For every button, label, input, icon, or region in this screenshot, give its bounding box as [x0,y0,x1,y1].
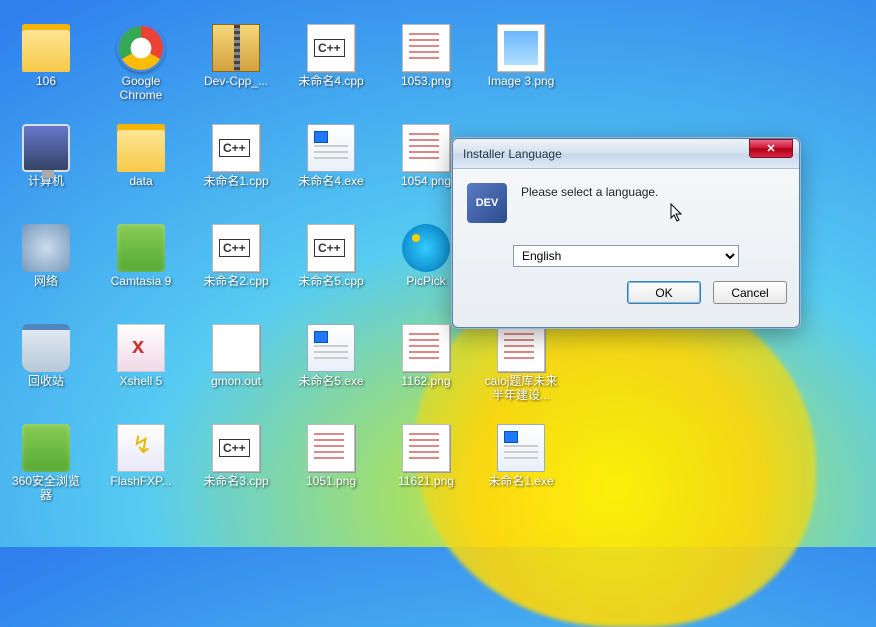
language-select[interactable]: English [513,245,739,267]
desktop-icon-label: 1051.png [306,475,356,489]
exe-icon [307,324,355,372]
desktop-icon-label: 网络 [34,275,58,289]
desktop-icon[interactable]: 未命名5.cpp [290,224,372,289]
installer-language-dialog: Installer Language ✕ DEV Please select a… [452,138,800,328]
folder-icon [22,24,70,72]
desktop-icon[interactable]: 106 [5,24,87,89]
close-icon: ✕ [766,142,775,155]
desktop-icon[interactable]: 未命名3.cpp [195,424,277,489]
cpp-icon [212,124,260,172]
txt-icon [497,324,545,372]
desktop-icon[interactable]: 未命名2.cpp [195,224,277,289]
xsh-icon [117,324,165,372]
cpp-icon [212,224,260,272]
desktop-icon-label: 未命名5.exe [298,375,363,389]
cpp-icon [212,424,260,472]
desktop-icon-label: 1162.png [401,375,450,389]
desktop-icon[interactable]: Xshell 5 [100,324,182,389]
desktop-icon-label: 11621.png [398,475,454,489]
zip-icon [212,24,260,72]
desktop-icon-label: 回收站 [28,375,64,389]
chrome-icon [117,24,165,72]
desktop-icon[interactable]: 1162.png [385,324,467,389]
ok-button[interactable]: OK [627,281,701,304]
desktop-icon-label: 未命名2.cpp [203,275,268,289]
desktop-icon[interactable]: 未命名1.cpp [195,124,277,189]
desktop-icon-label: 未命名4.exe [298,175,363,189]
img-icon [497,24,545,72]
desktop-icon-label: data [129,175,152,189]
desktop-icon[interactable]: 未命名4.cpp [290,24,372,89]
desktop-icon[interactable]: 未命名4.exe [290,124,372,189]
desktop-icon[interactable]: 未命名5.exe [290,324,372,389]
desktop-icon-label: gmon.out [211,375,261,389]
desktop-icon-label: Google Chrome [101,75,181,103]
cancel-button[interactable]: Cancel [713,281,787,304]
desktop-icon-label: 未命名4.cpp [298,75,363,89]
desktop-icon[interactable]: 未命名1.exe [480,424,562,489]
desktop-icon-label: Image 3.png [488,75,555,89]
picpick-icon [402,224,450,272]
desktop-icon-label: FlashFXP... [110,475,171,489]
folder-icon [117,124,165,172]
desktop-icon-label: 1054.png [401,175,451,189]
dev-cpp-icon: DEV [467,183,507,223]
exe-icon [307,124,355,172]
desktop-icon[interactable]: 360安全浏览器 [5,424,87,503]
dialog-titlebar[interactable]: Installer Language ✕ [453,139,799,169]
desktop-icon[interactable]: Camtasia 9 [100,224,182,289]
desktop-icon-label: 未命名5.cpp [298,275,363,289]
desktop-icon-label: Dev-Cpp_... [204,75,268,89]
desktop-icon-label: caioj题库未来半年建设... [481,375,561,403]
trash-icon [22,324,70,372]
desktop-icon[interactable]: Dev-Cpp_... [195,24,277,89]
dialog-title: Installer Language [463,147,749,161]
cpp-icon [307,24,355,72]
page-icon [212,324,260,372]
desktop-icon-label: 未命名1.cpp [203,175,268,189]
desktop-icon[interactable]: gmon.out [195,324,277,389]
desktop-icon-label: 106 [36,75,56,89]
desktop-icon[interactable]: 11621.png [385,424,467,489]
txt-icon [307,424,355,472]
desktop-icon-label: 未命名3.cpp [203,475,268,489]
desktop-icon[interactable]: 1053.png [385,24,467,89]
desktop-icon-label: 1053.png [401,75,451,89]
green-icon [22,424,70,472]
desktop-icon-label: Camtasia 9 [111,275,172,289]
fxp-icon [117,424,165,472]
desktop-icon-label: PicPick [406,275,445,289]
desktop-icon[interactable]: Image 3.png [480,24,562,89]
txt-icon [402,424,450,472]
desktop-icon[interactable]: Google Chrome [100,24,182,103]
desktop-icon[interactable]: data [100,124,182,189]
desktop-icon[interactable]: 网络 [5,224,87,289]
txt-icon [402,24,450,72]
desktop-icon-label: 未命名1.exe [488,475,553,489]
dialog-message: Please select a language. [521,183,658,223]
desktop-icon[interactable]: 回收站 [5,324,87,389]
exe-icon [497,424,545,472]
cpp-icon [307,224,355,272]
desktop-icon[interactable]: FlashFXP... [100,424,182,489]
close-button[interactable]: ✕ [749,139,793,158]
desktop-icon-label: Xshell 5 [120,375,163,389]
monitor-icon [22,124,70,172]
desktop-icon[interactable]: 计算机 [5,124,87,189]
desktop-icon[interactable]: caioj题库未来半年建设... [480,324,562,403]
green-icon [117,224,165,272]
desktop-icon-label: 360安全浏览器 [6,475,86,503]
net-icon [22,224,70,272]
txt-icon [402,124,450,172]
txt-icon [402,324,450,372]
desktop-icon[interactable]: 1051.png [290,424,372,489]
